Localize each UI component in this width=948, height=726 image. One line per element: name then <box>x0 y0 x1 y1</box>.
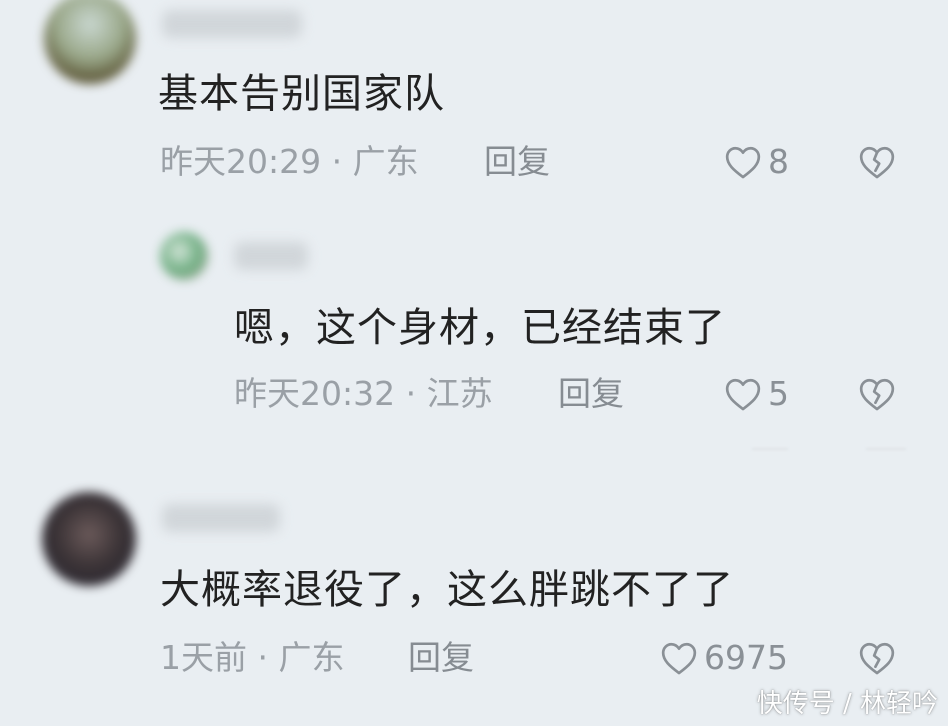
comment-meta: 1天前 · 广东 <box>160 638 345 677</box>
divider <box>866 448 906 450</box>
comment-text: 基本告别国家队 <box>158 71 445 117</box>
like-button[interactable]: 8 <box>724 142 789 182</box>
avatar[interactable] <box>44 0 136 84</box>
watermark: 快传号 / 林轻吟 <box>756 689 938 719</box>
reply-button[interactable]: 回复 <box>484 142 550 182</box>
avatar[interactable] <box>42 492 136 586</box>
dislike-button[interactable] <box>858 376 896 416</box>
like-button[interactable]: 6975 <box>660 638 788 678</box>
heart-outline-icon <box>725 146 761 179</box>
divider <box>752 448 788 450</box>
avatar[interactable] <box>160 232 208 280</box>
comment-meta: 昨天20:32 · 江苏 <box>234 374 493 413</box>
broken-heart-icon <box>859 378 895 411</box>
like-count: 5 <box>768 374 789 413</box>
dislike-button[interactable] <box>858 640 896 680</box>
reply-item: 嗯，这个身材，已经结束了 昨天20:32 · 江苏 回复 5 <box>0 210 948 450</box>
heart-outline-icon <box>661 642 697 675</box>
broken-heart-icon <box>859 146 895 179</box>
comment-item: 基本告别国家队 昨天20:29 · 广东 回复 8 <box>0 0 948 200</box>
comment-meta: 昨天20:29 · 广东 <box>160 142 419 181</box>
username-blurred[interactable] <box>162 10 302 38</box>
like-button[interactable]: 5 <box>724 374 789 414</box>
comment-text: 嗯，这个身材，已经结束了 <box>234 305 726 351</box>
heart-outline-icon <box>725 378 761 411</box>
reply-button[interactable]: 回复 <box>408 638 474 678</box>
dislike-button[interactable] <box>858 144 896 184</box>
username-blurred[interactable] <box>162 504 280 532</box>
like-count: 8 <box>768 142 789 181</box>
like-count: 6975 <box>704 638 788 677</box>
username-blurred[interactable] <box>234 242 308 270</box>
reply-button[interactable]: 回复 <box>558 374 624 414</box>
broken-heart-icon <box>859 642 895 675</box>
comment-item: 大概率退役了，这么胖跳不了了 1天前 · 广东 回复 6975 <box>0 480 948 700</box>
comment-text: 大概率退役了，这么胖跳不了了 <box>160 567 734 613</box>
